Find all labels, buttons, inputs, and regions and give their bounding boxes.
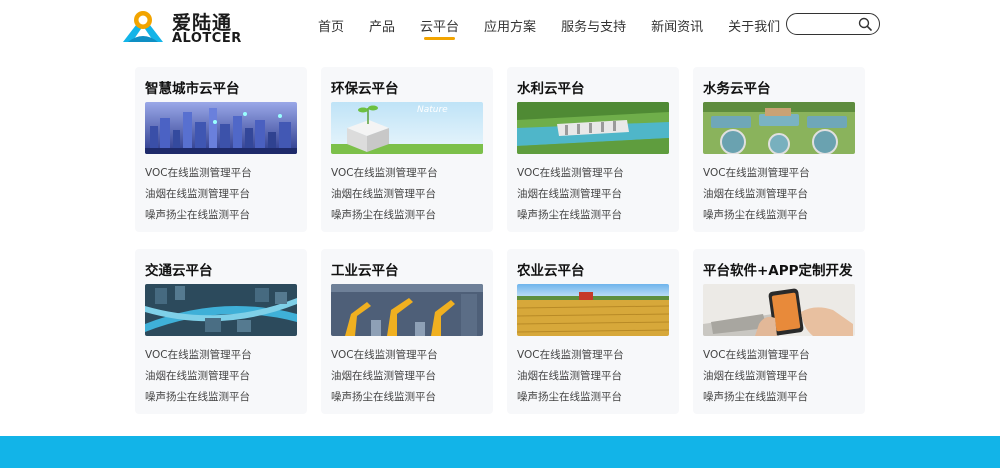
card-link[interactable]: 噪声扬尘在线监测平台 <box>703 390 810 411</box>
platform-card-smart-city[interactable]: 智慧城市云平台 VOC在线监测管理平台 油烟在线监测管理平台 噪声扬尘在线监测平… <box>135 67 307 232</box>
card-links: VOC在线监测管理平台 油烟在线监测管理平台 噪声扬尘在线监测平台 <box>517 348 624 411</box>
card-title: 水务云平台 <box>703 81 771 97</box>
brand-name-en: ALOTCER <box>172 31 242 46</box>
card-title: 工业云平台 <box>331 263 399 279</box>
platform-card-traffic[interactable]: 交通云平台 VOC在线监测管理平台 油烟在线监测管理平台 噪声扬尘在线监测平台 <box>135 249 307 414</box>
platform-card-software-app[interactable]: 平台软件+APP定制开发 VOC在线监测管理平台 油烟在线监测管理平台 噪声扬尘… <box>693 249 865 414</box>
card-link[interactable]: 油烟在线监测管理平台 <box>331 187 438 208</box>
card-image-agriculture <box>517 284 669 336</box>
nav-item-service-support[interactable]: 服务与支持 <box>561 16 626 40</box>
nav-item-products[interactable]: 产品 <box>369 16 395 40</box>
card-image-industry <box>331 284 483 336</box>
card-link[interactable]: VOC在线监测管理平台 <box>331 166 438 187</box>
card-title: 交通云平台 <box>145 263 213 279</box>
card-image-software-app <box>703 284 855 336</box>
card-link[interactable]: 油烟在线监测管理平台 <box>517 187 624 208</box>
card-links: VOC在线监测管理平台 油烟在线监测管理平台 噪声扬尘在线监测平台 <box>331 166 438 229</box>
nav-item-solutions[interactable]: 应用方案 <box>484 16 536 40</box>
platform-card-environment[interactable]: 环保云平台 Nature VOC在线监测管理平台 油烟在线监测管理平台 噪声扬尘… <box>321 67 493 232</box>
platform-card-water-conservancy[interactable]: 水利云平台 VOC在线监测管理平台 油烟在线监测管理平台 噪声扬尘在线监测平台 <box>507 67 679 232</box>
card-image-environment: Nature <box>331 102 483 154</box>
card-title: 农业云平台 <box>517 263 585 279</box>
card-link[interactable]: VOC在线监测管理平台 <box>703 348 810 369</box>
nav-item-news[interactable]: 新闻资讯 <box>651 16 703 40</box>
card-link[interactable]: 油烟在线监测管理平台 <box>517 369 624 390</box>
card-link[interactable]: 噪声扬尘在线监测平台 <box>331 390 438 411</box>
card-link[interactable]: VOC在线监测管理平台 <box>331 348 438 369</box>
card-image-water-conservancy <box>517 102 669 154</box>
search-icon[interactable] <box>858 17 872 31</box>
card-link[interactable]: 油烟在线监测管理平台 <box>145 187 252 208</box>
card-link[interactable]: 油烟在线监测管理平台 <box>703 187 810 208</box>
card-link[interactable]: 噪声扬尘在线监测平台 <box>145 390 252 411</box>
logo-mark-icon <box>123 11 163 42</box>
card-link[interactable]: 噪声扬尘在线监测平台 <box>517 208 624 229</box>
card-links: VOC在线监测管理平台 油烟在线监测管理平台 噪声扬尘在线监测平台 <box>517 166 624 229</box>
card-link[interactable]: VOC在线监测管理平台 <box>703 166 810 187</box>
platform-card-industry[interactable]: 工业云平台 VOC在线监测管理平台 油烟在线监测管理平台 噪声扬尘在线监测平台 <box>321 249 493 414</box>
card-link[interactable]: 噪声扬尘在线监测平台 <box>517 390 624 411</box>
card-links: VOC在线监测管理平台 油烟在线监测管理平台 噪声扬尘在线监测平台 <box>145 348 252 411</box>
card-image-smart-city <box>145 102 297 154</box>
nav-item-home[interactable]: 首页 <box>318 16 344 40</box>
platform-card-water-affairs[interactable]: 水务云平台 VOC在线监测管理平台 油烟在线监测管理平台 噪声扬尘在线监测平台 <box>693 67 865 232</box>
platform-card-agriculture[interactable]: 农业云平台 VOC在线监测管理平台 油烟在线监测管理平台 噪声扬尘在线监测平台 <box>507 249 679 414</box>
card-link[interactable]: 油烟在线监测管理平台 <box>145 369 252 390</box>
search-input[interactable] <box>795 16 855 32</box>
card-title: 水利云平台 <box>517 81 585 97</box>
card-link[interactable]: VOC在线监测管理平台 <box>145 166 252 187</box>
card-image-traffic <box>145 284 297 336</box>
card-links: VOC在线监测管理平台 油烟在线监测管理平台 噪声扬尘在线监测平台 <box>703 166 810 229</box>
card-link[interactable]: 噪声扬尘在线监测平台 <box>703 208 810 229</box>
card-link[interactable]: 噪声扬尘在线监测平台 <box>145 208 252 229</box>
search-box[interactable] <box>786 13 880 35</box>
card-title: 智慧城市云平台 <box>145 81 240 97</box>
nav-item-about[interactable]: 关于我们 <box>728 16 780 40</box>
card-image-water-affairs <box>703 102 855 154</box>
main-nav: 首页 产品 云平台 应用方案 服务与支持 新闻资讯 关于我们 <box>318 16 805 40</box>
footer-band <box>0 436 1000 468</box>
card-link[interactable]: VOC在线监测管理平台 <box>145 348 252 369</box>
card-link[interactable]: VOC在线监测管理平台 <box>517 348 624 369</box>
card-link[interactable]: 油烟在线监测管理平台 <box>703 369 810 390</box>
image-caption: Nature <box>417 105 448 115</box>
card-title: 环保云平台 <box>331 81 399 97</box>
card-links: VOC在线监测管理平台 油烟在线监测管理平台 噪声扬尘在线监测平台 <box>331 348 438 411</box>
brand-logo[interactable]: 爱陆通 ALOTCER <box>120 8 250 46</box>
card-link[interactable]: 油烟在线监测管理平台 <box>331 369 438 390</box>
card-links: VOC在线监测管理平台 油烟在线监测管理平台 噪声扬尘在线监测平台 <box>145 166 252 229</box>
site-header: 爱陆通 ALOTCER 首页 产品 云平台 应用方案 服务与支持 新闻资讯 关于… <box>0 0 1000 56</box>
card-link[interactable]: 噪声扬尘在线监测平台 <box>331 208 438 229</box>
nav-item-cloud-platform[interactable]: 云平台 <box>420 16 459 40</box>
card-link[interactable]: VOC在线监测管理平台 <box>517 166 624 187</box>
card-title: 平台软件+APP定制开发 <box>703 263 853 279</box>
card-links: VOC在线监测管理平台 油烟在线监测管理平台 噪声扬尘在线监测平台 <box>703 348 810 411</box>
